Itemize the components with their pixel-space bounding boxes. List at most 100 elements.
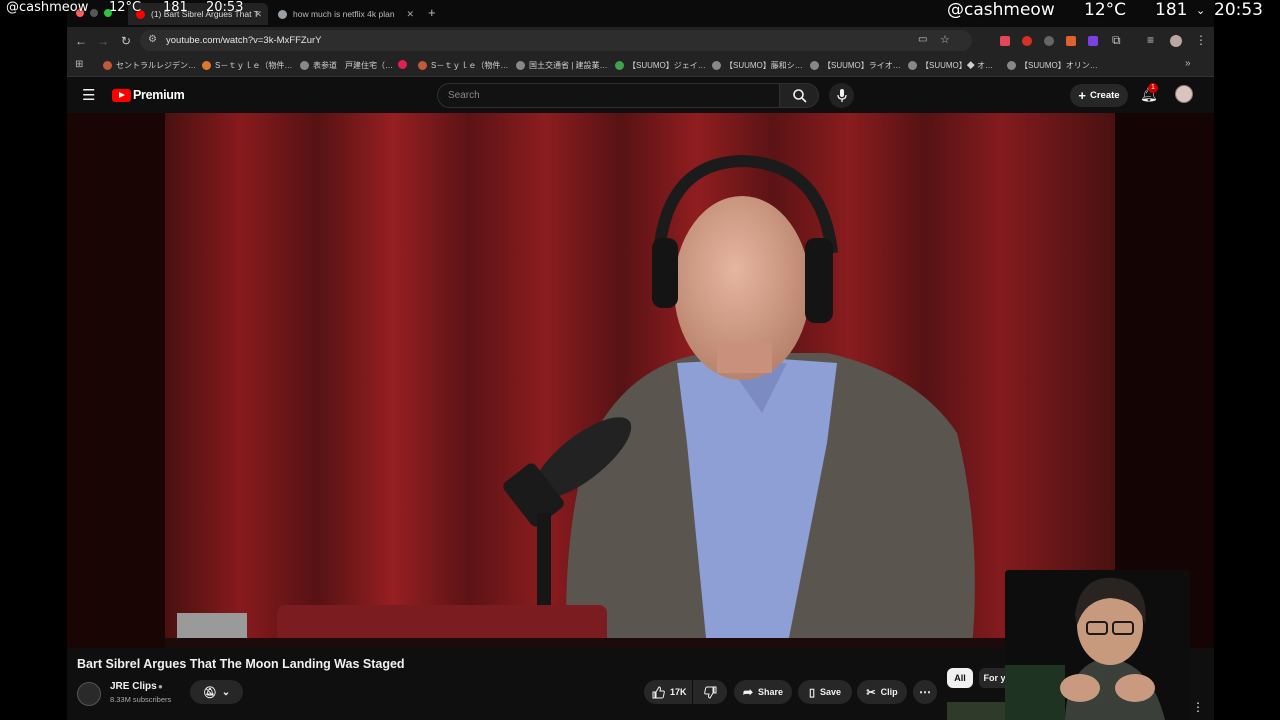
channel-avatar[interactable] [77, 682, 101, 706]
clip-button[interactable]: ✂ Clip [857, 680, 907, 704]
dislike-button[interactable] [693, 680, 727, 704]
channel-name[interactable]: JRE Clips [110, 681, 157, 692]
new-tab-icon[interactable]: + [428, 5, 436, 20]
video-player[interactable] [67, 113, 1214, 648]
tab-youtube-video[interactable]: (1) Bart Sibrel Argues That T ✕ [128, 3, 268, 25]
bookmark-favicon-icon [103, 61, 112, 70]
bookmark-item[interactable]: 【SUUMO】オリン… [1007, 60, 1098, 71]
tab-close-icon[interactable]: ✕ [254, 9, 262, 20]
browser-menu-icon[interactable]: ⋮ [1195, 33, 1207, 47]
bookmark-item[interactable]: 【SUUMO】ライオ… [810, 60, 901, 71]
extension-icon[interactable] [1022, 36, 1032, 46]
bookmark-favicon-icon [908, 61, 917, 70]
like-count: 17K [670, 687, 687, 697]
verified-badge-icon: ● [158, 682, 163, 691]
account-avatar[interactable] [1175, 85, 1193, 103]
bookmark-item[interactable]: 表参道 戸建住宅（… [300, 60, 393, 71]
bookmarks-bar: ⊞ セントラルレジデン… S－ｔｙｌｅ（物件… 表参道 戸建住宅（… S－ｔｙｌ… [67, 55, 1214, 77]
bookmark-item[interactable]: セントラルレジデン… [103, 60, 196, 71]
share-arrow-icon: ➦ [742, 685, 754, 699]
bookmark-item[interactable]: 【SUUMO】藤和シ… [712, 60, 803, 71]
extension-icon[interactable] [1088, 36, 1098, 46]
window-zoom-dot[interactable] [104, 9, 112, 17]
bookmark-item[interactable]: S－ｔｙｌｅ（物件… [418, 60, 508, 71]
bookmark-item[interactable]: 【SUUMO】ジェイ… [615, 60, 706, 71]
share-button[interactable]: ➦ Share [734, 680, 792, 704]
bookmark-favicon-icon [516, 61, 525, 70]
site-info-icon[interactable]: ⚙ [148, 34, 157, 45]
browser-toolbar: ← → ↻ ⚙ youtube.com/watch?v=3k-MxFFZurY … [67, 27, 1214, 55]
reading-list-icon[interactable]: ≡ [1147, 33, 1154, 47]
youtube-favicon-icon [136, 9, 145, 19]
chevron-down-icon: ⌄ [221, 686, 231, 698]
back-arrow-icon[interactable]: ← [73, 33, 89, 49]
tab-title: how much is netflix 4k plan [293, 9, 395, 19]
webcam-feed [1005, 570, 1190, 720]
recommended-thumbnail[interactable] [947, 702, 1007, 720]
more-horizontal-icon: ⋯ [919, 685, 931, 699]
extension-icon[interactable] [1066, 36, 1076, 46]
bookmark-favicon-icon [810, 61, 819, 70]
extension-icon[interactable] [1044, 36, 1054, 46]
video-frame [67, 113, 1214, 648]
voice-search-button[interactable] [829, 83, 854, 108]
extension-icon[interactable] [1000, 36, 1010, 46]
bookmark-favicon-icon [300, 61, 309, 70]
tab-strip: (1) Bart Sibrel Argues That T ✕ how much… [67, 0, 1214, 27]
plus-icon: + [1078, 88, 1086, 103]
notifications-button[interactable]: 🔔︎ 1 [1140, 83, 1158, 104]
search-icon [793, 89, 807, 103]
tab-google-search[interactable]: how much is netflix 4k plan ✕ [270, 3, 420, 25]
bookmark-item[interactable]: 【SUUMO】◆ オ… [908, 60, 993, 71]
bookmark-item[interactable] [398, 60, 411, 69]
bookmark-favicon-icon [1007, 61, 1016, 70]
cast-icon[interactable]: ▭ [918, 34, 927, 45]
bookmark-favicon-icon [615, 61, 624, 70]
url-text: youtube.com/watch?v=3k-MxFFZurY [166, 35, 322, 46]
logo-text: Premium [133, 88, 185, 102]
bookmark-item[interactable]: S－ｔｙｌｅ（物件… [202, 60, 292, 71]
thumbs-down-icon [703, 686, 716, 699]
profile-avatar[interactable] [1170, 35, 1182, 47]
forward-arrow-icon[interactable]: → [95, 33, 111, 49]
save-button[interactable]: ▯ Save [798, 680, 852, 704]
bell-off-icon: 🔕︎ [202, 686, 217, 699]
youtube-header: ☰ Premium Search + Create 🔔︎ 1 [67, 77, 1214, 113]
window-minimize-dot[interactable] [90, 9, 98, 17]
thumbs-up-icon [652, 685, 665, 698]
bookmark-favicon-icon [418, 61, 427, 70]
subscriber-count: 8.33M subscribers [110, 695, 172, 704]
hamburger-menu-icon[interactable]: ☰ [82, 86, 95, 104]
reload-icon[interactable]: ↻ [118, 33, 134, 49]
google-favicon-icon [278, 9, 287, 19]
kebab-menu-icon[interactable]: ⋮ [1192, 700, 1204, 714]
more-actions-button[interactable]: ⋯ [913, 680, 937, 704]
search-placeholder: Search [448, 90, 480, 101]
youtube-play-logo-icon [112, 88, 131, 102]
youtube-premium-logo[interactable]: Premium [112, 88, 185, 102]
like-button[interactable]: 17K [644, 680, 692, 704]
tab-close-icon[interactable]: ✕ [406, 9, 414, 20]
webcam-overlay [1005, 570, 1190, 720]
bookmark-favicon-icon [712, 61, 721, 70]
chip-all[interactable]: All [947, 668, 973, 688]
search-button[interactable] [779, 83, 819, 108]
tab-title: (1) Bart Sibrel Argues That T [151, 9, 259, 19]
bookmark-item[interactable]: 国土交通省 | 建設業… [516, 60, 608, 71]
bookmarks-overflow-icon[interactable]: » [1185, 58, 1191, 69]
window-close-dot[interactable] [76, 9, 84, 17]
bookmark-favicon-icon [398, 60, 407, 69]
video-title: Bart Sibrel Argues That The Moon Landing… [77, 657, 405, 671]
notification-badge: 1 [1148, 83, 1158, 93]
scissors-icon: ✂ [866, 686, 876, 699]
address-bar[interactable]: ⚙ youtube.com/watch?v=3k-MxFFZurY ☆ ▭ [140, 30, 972, 51]
create-button[interactable]: + Create [1070, 84, 1128, 107]
apps-grid-icon[interactable]: ⊞ [75, 59, 83, 70]
bookmark-favicon-icon [202, 61, 211, 70]
extensions-puzzle-icon[interactable]: ⧉ [1112, 33, 1121, 48]
bookmark-icon: ▯ [808, 686, 816, 699]
search-input[interactable]: Search [437, 83, 780, 108]
bookmark-star-icon[interactable]: ☆ [940, 33, 950, 46]
subscription-bell-button[interactable]: 🔕︎ ⌄ [190, 680, 243, 704]
microphone-icon [837, 89, 847, 102]
